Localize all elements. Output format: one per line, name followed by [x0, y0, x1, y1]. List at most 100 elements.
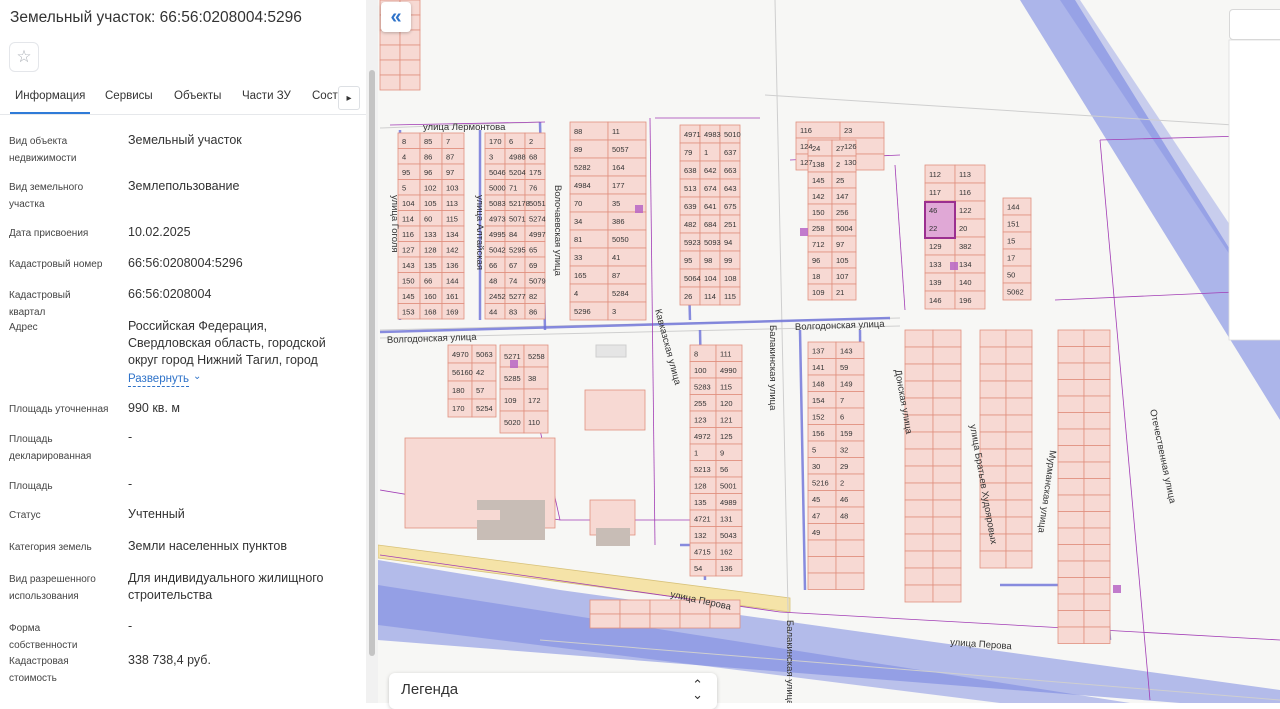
- favorite-button[interactable]: ☆: [9, 42, 39, 72]
- parcel-number: 482: [684, 220, 697, 229]
- street-label-balakinskaya-south: Балакинская улица: [784, 620, 795, 703]
- parcel-number: 5282: [574, 163, 591, 172]
- parcel-number: 5283: [694, 382, 711, 391]
- parcel-number: 100: [694, 366, 707, 375]
- tab-objects[interactable]: Объекты: [174, 90, 221, 102]
- parcel: [1005, 499, 1033, 518]
- parcel-number: 129: [929, 242, 942, 251]
- parcel-number: 128: [694, 481, 707, 490]
- parcel-number: 84: [509, 230, 517, 239]
- parcel: [1057, 593, 1085, 611]
- parcel-number: 95: [402, 168, 410, 177]
- parcel: [1005, 380, 1033, 399]
- parcel: [932, 414, 962, 433]
- parcel: [524, 132, 546, 149]
- chevron-down-icon[interactable]: ⌄: [193, 371, 201, 382]
- parcel-number: 135: [424, 261, 437, 270]
- panel-scrollbar-thumb[interactable]: [369, 70, 375, 656]
- parcel-number: 382: [959, 242, 972, 251]
- parcel-number: 5010: [724, 130, 741, 139]
- tab-parts[interactable]: Части ЗУ: [242, 90, 291, 102]
- parcel-number: 5: [402, 183, 406, 192]
- parcel: [1057, 577, 1085, 595]
- map-search-box[interactable]: [1229, 9, 1280, 40]
- row-label-cadastral-quarter: Кадастровый квартал: [9, 290, 71, 318]
- parcel: [932, 363, 962, 382]
- parcel-number: 5020: [504, 418, 521, 427]
- row-value-object-type: Земельный участок: [128, 133, 242, 147]
- expand-link[interactable]: Развернуть: [128, 372, 189, 387]
- parcel-number: 121: [720, 415, 733, 424]
- parcel-number: 149: [840, 379, 853, 388]
- parcel-number: 663: [724, 166, 737, 175]
- parcel: [932, 346, 962, 365]
- parcel-number: 104: [704, 274, 717, 283]
- building: [477, 500, 545, 540]
- parcel-number: 3: [489, 152, 493, 161]
- parcel-number: 5071: [509, 214, 526, 223]
- tab-services[interactable]: Сервисы: [105, 90, 153, 102]
- parcel: [904, 499, 934, 518]
- parcel-number: 172: [528, 396, 541, 405]
- parcel: [379, 29, 401, 46]
- parcel: [904, 465, 934, 484]
- collapse-panel-button[interactable]: «: [381, 2, 411, 32]
- parcel-number: 170: [489, 137, 502, 146]
- parcel-number: 5: [812, 445, 816, 454]
- parcel-number: 27: [836, 144, 844, 153]
- parcel-number: 115: [720, 382, 732, 391]
- parcel-number: 123: [694, 415, 707, 424]
- parcel-number: 143: [840, 346, 853, 355]
- parcel-number: 513: [684, 184, 697, 193]
- parcel-number: 113: [959, 170, 971, 179]
- parcel: [699, 142, 721, 162]
- row-label-area-specified: Площадь уточненная: [9, 404, 109, 415]
- parcel-number: 142: [446, 245, 459, 254]
- parcel: [932, 380, 962, 399]
- parcel: [932, 482, 962, 501]
- parcel-number: 46: [840, 495, 848, 504]
- parcel-number: 25: [836, 176, 844, 185]
- parcel-number: 113: [446, 199, 458, 208]
- parcel-number: 5923: [684, 238, 701, 247]
- parcel-number: 97: [836, 240, 844, 249]
- parcel: [1228, 39, 1280, 341]
- parcel: [1057, 478, 1085, 496]
- parcel-number: 26: [684, 292, 692, 301]
- parcel: [932, 550, 962, 569]
- parcel: [932, 448, 962, 467]
- parcel-number: 151: [1007, 220, 1020, 229]
- parcel: [1005, 465, 1033, 484]
- row-value-cadastral-value: 338 738,4 руб.: [128, 653, 211, 667]
- utility-line: [798, 329, 807, 591]
- parcel-number: 52178: [509, 199, 530, 208]
- parcel-number: 5083: [489, 199, 506, 208]
- map-canvas[interactable]: улица Лермонтова Волгодонская улица Волгод…: [378, 0, 1280, 703]
- parcel-number: 114: [704, 292, 716, 301]
- parcel-number: 102: [424, 183, 437, 192]
- parcel-number: 85: [424, 137, 432, 146]
- parcel-number: 4972: [694, 432, 711, 441]
- parcel-number: 642: [704, 166, 717, 175]
- parcel-number: 47: [812, 511, 820, 520]
- parcel-number: 180: [452, 386, 465, 395]
- parcel-number: 675: [724, 202, 737, 211]
- parcel-number: 42: [476, 368, 484, 377]
- parcel-number: 641: [704, 202, 717, 211]
- parcel-number: 148: [812, 379, 825, 388]
- parcel-number: 57: [476, 386, 484, 395]
- legend-dropdown[interactable]: Легенда ⌃ ⌄: [389, 673, 717, 709]
- parcel-number: 66: [424, 276, 432, 285]
- tab-information[interactable]: Информация: [9, 90, 91, 114]
- parcel: [904, 448, 934, 467]
- parcel-number: 137: [812, 346, 825, 355]
- parcel-number: 4970: [452, 350, 469, 359]
- parcel-number: 4984: [574, 181, 591, 190]
- parcel: [379, 44, 401, 61]
- cadastral-map[interactable]: улица Лермонтова Волгодонская улица Волгод…: [378, 0, 1280, 703]
- parcel: [1005, 448, 1033, 467]
- parcel-number: 168: [424, 307, 437, 316]
- street-label-gogolya: улица Гоголя: [389, 195, 400, 253]
- tabs-scroll-right-button[interactable]: ▸: [338, 86, 360, 110]
- parcel: [904, 346, 934, 365]
